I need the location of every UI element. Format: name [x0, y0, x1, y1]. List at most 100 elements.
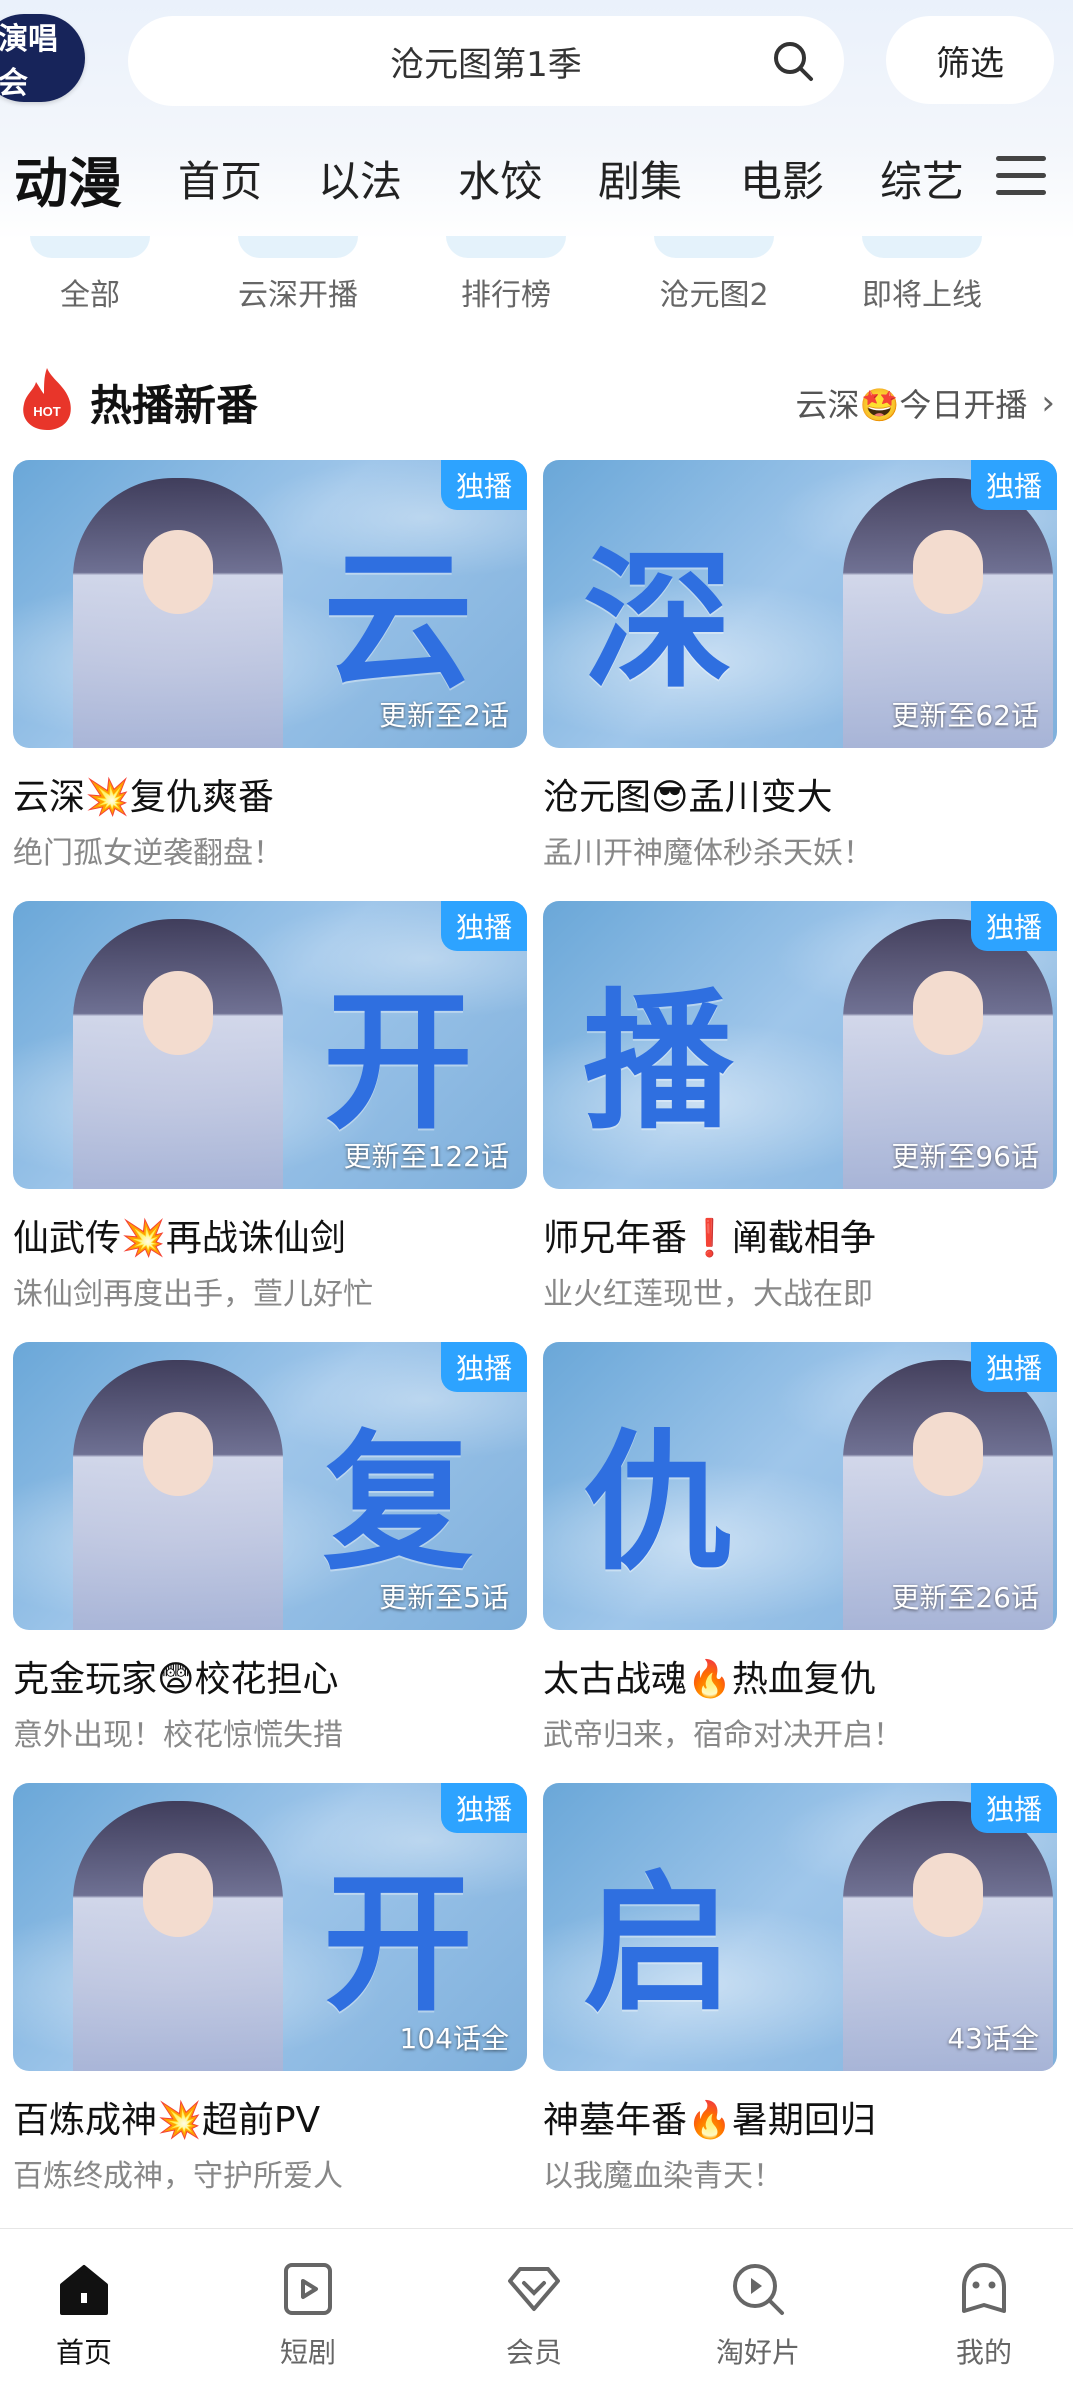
episode-status: 更新至5话	[379, 1581, 509, 1614]
card-subtitle: 武帝归来，宿命对决开启！	[543, 1718, 903, 1753]
episode-status: 更新至26话	[891, 1581, 1039, 1614]
anime-cover-image[interactable]: 复 独播更新至5话	[13, 1342, 527, 1630]
cover-character-face	[143, 1412, 213, 1496]
menu-icon[interactable]	[996, 156, 1046, 200]
nav-tab-dumplings[interactable]: 水饺	[458, 136, 542, 220]
bottom-tab-discover[interactable]: 淘好片	[688, 2229, 828, 2386]
nav-tab-anime[interactable]: 动漫	[14, 136, 122, 220]
cover-character-face	[143, 530, 213, 614]
exclusive-badge: 独播	[441, 901, 527, 951]
card-title[interactable]: 仙武传💥再战诛仙剑	[13, 1209, 527, 1261]
episode-status: 更新至62话	[891, 699, 1039, 732]
category-nav: 动漫 首页 以法 水饺 剧集 电影 综艺	[0, 136, 1073, 220]
anime-card[interactable]: 开 独播更新至122话仙武传💥再战诛仙剑诛仙剑再度出手，萱儿好忙	[13, 901, 527, 1313]
cover-character-face	[143, 971, 213, 1055]
subtab-yunshen[interactable]: 云深开播	[198, 270, 398, 314]
subtab-coming-soon[interactable]: 即将上线	[822, 270, 1022, 314]
exclusive-badge: 独播	[971, 1783, 1057, 1833]
exclusive-badge: 独播	[441, 1783, 527, 1833]
subtab-icon-arc	[446, 236, 566, 258]
anime-cover-image[interactable]: 仇 独播 更新至26话	[543, 1342, 1057, 1630]
bottom-tab-home[interactable]: 首页	[14, 2229, 154, 2386]
exclusive-badge: 独播	[971, 901, 1057, 951]
bottom-tab-bar: 首页 短剧 会员 淘好片 我的	[0, 2228, 1073, 2386]
vip-icon	[508, 2267, 560, 2311]
bottom-tab-label: 我的	[955, 2336, 1012, 2369]
anime-cover-image[interactable]: 深 独播 更新至62话	[543, 460, 1057, 748]
cover-title-character: 深	[583, 533, 734, 709]
anime-cover-image[interactable]: 开 独播 104话全	[13, 1783, 527, 2071]
discover-icon	[733, 2264, 784, 2315]
card-subtitle: 以我魔血染青天！	[543, 2159, 783, 2194]
cover-title-character: 仇	[583, 1415, 734, 1591]
bottom-tab-profile[interactable]: 我的	[914, 2229, 1054, 2386]
search-input[interactable]: 沧元图第1季	[128, 16, 844, 106]
subtab-cangyuantu2[interactable]: 沧元图2	[614, 270, 814, 314]
card-subtitle: 业火红莲现世，大战在即	[543, 1277, 873, 1312]
search-icon[interactable]	[770, 38, 816, 84]
section-more-link[interactable]: 云深🤩今日开播 ›	[796, 380, 1055, 426]
card-title[interactable]: 师兄年番❗阐截相争	[543, 1209, 1057, 1261]
cover-character-face	[913, 1412, 983, 1496]
subtab-ranking[interactable]: 排行榜	[406, 270, 606, 314]
cover-title-character: 开	[323, 974, 474, 1150]
episode-status: 43话全	[947, 2022, 1039, 2055]
concert-badge[interactable]: 演唱会	[0, 14, 85, 102]
card-title[interactable]: 太古战魂🔥热血复仇	[543, 1650, 1057, 1702]
subtab-icon-arc	[862, 236, 982, 258]
anime-cover-image[interactable]: 开 独播更新至122话	[13, 901, 527, 1189]
section-title: 热播新番	[90, 381, 259, 430]
card-title[interactable]: 沧元图😎孟川变大	[543, 768, 1057, 820]
section-header: HOT 热播新番 云深🤩今日开播 ›	[0, 362, 1073, 442]
card-subtitle: 诛仙剑再度出手，萱儿好忙	[13, 1277, 373, 1312]
short-drama-icon	[284, 2263, 332, 2315]
section-more-label: 云深🤩今日开播	[795, 386, 1028, 424]
anime-card[interactable]: 开 独播 104话全百炼成神💥超前PV 百炼终成神，守护所爱人	[13, 1783, 527, 2195]
filter-button[interactable]: 筛选	[886, 16, 1054, 104]
cover-character-face	[143, 1853, 213, 1937]
svg-text:HOT: HOT	[33, 404, 61, 419]
exclusive-badge: 独播	[441, 1342, 527, 1392]
episode-status: 更新至2话	[379, 699, 509, 732]
episode-status: 更新至122话	[343, 1140, 509, 1173]
subtab-icon-arc	[238, 236, 358, 258]
nav-tab-variety[interactable]: 综艺	[880, 136, 964, 220]
card-title[interactable]: 克金玩家😨校花担心	[13, 1650, 527, 1702]
nav-tab-yifa[interactable]: 以法	[318, 136, 402, 220]
concert-badge-label: 演唱会	[0, 22, 58, 101]
anime-card[interactable]: 仇 独播 更新至26话太古战魂🔥热血复仇武帝归来，宿命对决开启！	[543, 1342, 1057, 1754]
card-title[interactable]: 神墓年番🔥暑期回归	[543, 2091, 1057, 2143]
cover-character-face	[913, 1853, 983, 1937]
home-icon	[60, 2265, 108, 2315]
anime-cover-image[interactable]: 播 独播 更新至96话	[543, 901, 1057, 1189]
nav-tab-home[interactable]: 首页	[178, 136, 262, 220]
filter-label: 筛选	[936, 43, 1004, 84]
anime-cover-image[interactable]: 启 独播 43话全	[543, 1783, 1057, 2071]
subtab-all[interactable]: 全部	[0, 270, 190, 314]
anime-cover-image[interactable]: 云 独播 更新至2话	[13, 460, 527, 748]
card-title[interactable]: 百炼成神💥超前PV	[13, 2091, 527, 2143]
anime-card[interactable]: 云 独播 更新至2话 云深💥复仇爽番 绝门孤女逆袭翻盘！	[13, 460, 527, 872]
profile-icon	[962, 2263, 1006, 2313]
subtab-icon-arc	[654, 236, 774, 258]
subtab-icon-arc	[30, 236, 150, 258]
exclusive-badge: 独播	[441, 460, 527, 510]
anime-card[interactable]: 复 独播 更新至5话 克金玩家😨校花担心 意外出现！校花惊慌失措	[13, 1342, 527, 1754]
nav-tab-series[interactable]: 剧集	[598, 136, 682, 220]
cover-title-character: 复	[323, 1415, 474, 1591]
cover-character-face	[913, 530, 983, 614]
bottom-tab-label: 首页	[55, 2336, 112, 2369]
anime-card[interactable]: 启 独播 43话全 神墓年番🔥暑期回归 以我魔血染青天！	[543, 1783, 1057, 2195]
cover-title-character: 开	[323, 1856, 474, 2032]
card-subtitle: 百炼终成神，守护所爱人	[13, 2159, 343, 2194]
search-text: 沧元图第1季	[390, 44, 582, 85]
episode-status: 104话全	[399, 2022, 509, 2055]
bottom-tab-short-drama[interactable]: 短剧	[238, 2229, 378, 2386]
card-subtitle: 绝门孤女逆袭翻盘！	[13, 836, 283, 871]
bottom-tab-vip[interactable]: 会员	[464, 2229, 604, 2386]
nav-tab-movies[interactable]: 电影	[740, 136, 824, 220]
anime-card[interactable]: 深 独播 更新至62话沧元图😎孟川变大孟川开神魔体秒杀天妖！	[543, 460, 1057, 872]
anime-card[interactable]: 播 独播 更新至96话师兄年番❗阐截相争业火红莲现世，大战在即	[543, 901, 1057, 1313]
card-subtitle: 孟川开神魔体秒杀天妖！	[543, 836, 873, 871]
card-title[interactable]: 云深💥复仇爽番	[13, 768, 527, 820]
